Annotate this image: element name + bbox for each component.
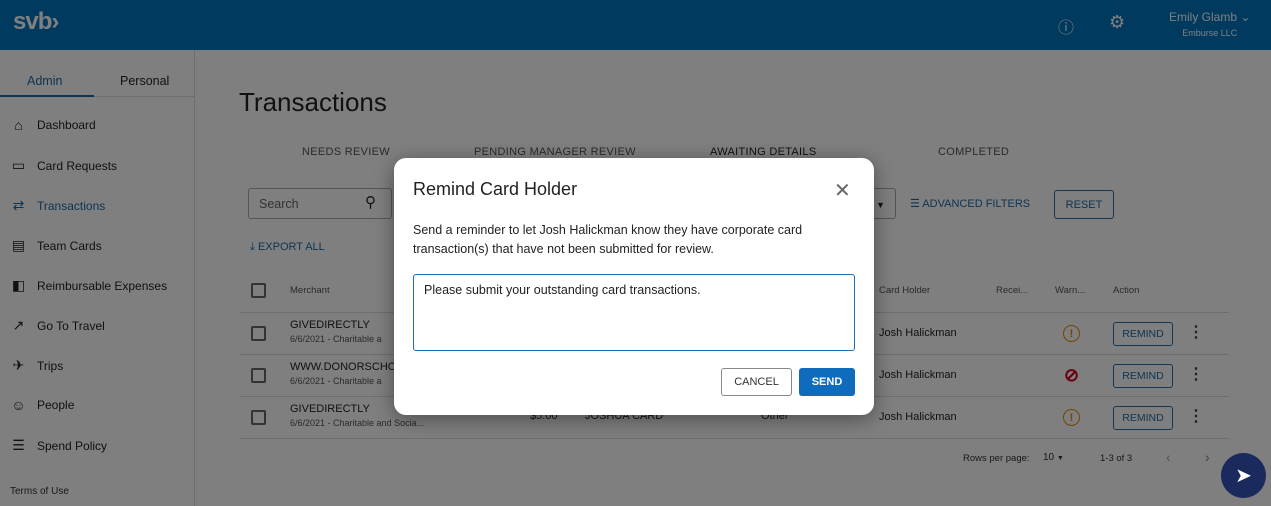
remind-card-holder-dialog: Remind Card Holder ✕ Send a reminder to …	[394, 158, 874, 415]
send-button[interactable]: SEND	[799, 368, 855, 396]
chat-button[interactable]: ➤	[1221, 453, 1266, 498]
dialog-description: Send a reminder to let Josh Halickman kn…	[413, 223, 803, 256]
chat-icon: ➤	[1235, 465, 1252, 487]
cancel-button[interactable]: CANCEL	[721, 368, 792, 396]
dialog-title: Remind Card Holder	[413, 179, 578, 199]
close-icon[interactable]: ✕	[834, 178, 851, 203]
reminder-message-input[interactable]: Please submit your outstanding card tran…	[413, 274, 855, 351]
